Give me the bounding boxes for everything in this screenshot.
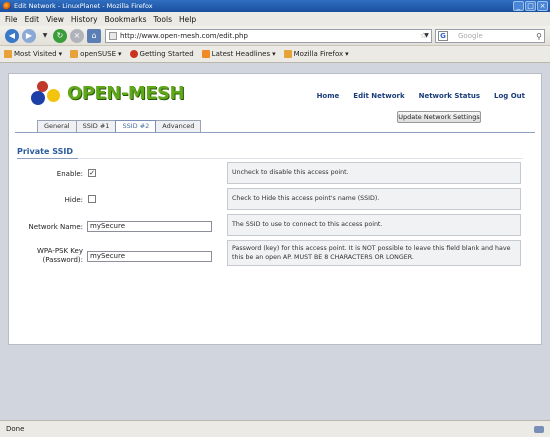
menu-history[interactable]: History: [71, 15, 98, 24]
back-arrow-icon[interactable]: ◀: [5, 29, 19, 43]
forward-arrow-icon[interactable]: ▶: [22, 29, 36, 43]
status-bar: Done: [0, 420, 550, 437]
menu-view[interactable]: View: [46, 15, 64, 24]
bookmark-latest-headlines[interactable]: Latest Headlines ▾: [201, 50, 276, 58]
network-name-help: The SSID to use to connect to this acces…: [227, 214, 521, 236]
chevron-down-icon: ▾: [118, 50, 122, 58]
logo-text: OPEN-MESH: [67, 83, 185, 104]
network-name-field[interactable]: mySecure: [87, 221, 212, 232]
menu-tools[interactable]: Tools: [154, 15, 172, 24]
tab-advanced[interactable]: Advanced: [155, 120, 202, 132]
chevron-down-icon: ▾: [345, 50, 349, 58]
bookmark-getting-started[interactable]: Getting Started: [129, 50, 194, 58]
bookmarks-toolbar: Most Visited ▾ openSUSE ▾ Getting Started …: [0, 46, 550, 63]
stop-icon[interactable]: ×: [70, 29, 84, 43]
update-network-settings-button[interactable]: Update Network Settings: [397, 111, 481, 123]
firefox-icon: [129, 50, 138, 58]
hide-help: Check to Hide this access point's name (…: [227, 188, 521, 210]
wpa-key-help: Password (key) for this access point. It…: [227, 240, 521, 266]
nav-home-link[interactable]: Home: [317, 92, 340, 100]
search-icon[interactable]: ⚲: [536, 31, 542, 43]
maximize-button[interactable]: □: [525, 1, 536, 11]
enable-checkbox[interactable]: ✓: [88, 169, 96, 177]
wpa-key-label-line1: WPA-PSK Key: [36, 247, 83, 255]
hide-label: Hide:: [64, 196, 83, 204]
reload-icon[interactable]: ↻: [53, 29, 67, 43]
bookmark-mozilla-firefox[interactable]: Mozilla Firefox ▾: [283, 50, 349, 58]
bookmark-most-visited[interactable]: Most Visited ▾: [4, 50, 62, 58]
url-text: http://www.open-mesh.com/edit.php: [120, 32, 248, 40]
status-indicator-icon: [534, 426, 544, 433]
navigation-toolbar: ◀ ▶ ▼ ↻ × ⌂ http://www.open-mesh.com/edi…: [0, 26, 550, 46]
tab-general[interactable]: General: [37, 120, 77, 132]
menu-edit[interactable]: Edit: [25, 15, 40, 24]
status-text: Done: [6, 425, 25, 433]
enable-help: Uncheck to disable this access point.: [227, 162, 521, 184]
top-navigation: Home Edit Network Network Status Log Out: [317, 92, 525, 100]
close-button[interactable]: ×: [537, 1, 548, 11]
rss-icon: [201, 50, 210, 58]
site-favicon-icon: [109, 32, 117, 40]
network-name-label: Network Name:: [28, 223, 83, 231]
folder-icon: [4, 50, 12, 58]
wpa-key-label-line2: (Password):: [42, 256, 83, 264]
history-dropdown-icon[interactable]: ▼: [38, 29, 52, 43]
minimize-button[interactable]: _: [513, 1, 524, 11]
section-title: Private SSID: [17, 147, 73, 156]
nav-log-out-link[interactable]: Log Out: [494, 92, 525, 100]
firefox-icon: [3, 2, 11, 10]
hide-checkbox[interactable]: [88, 195, 96, 203]
chevron-down-icon: ▾: [272, 50, 276, 58]
window-titlebar: Edit Network - LinuxPlanet - Mozilla Fir…: [0, 0, 550, 12]
enable-label: Enable:: [56, 170, 83, 178]
logo-yellow-dot: [47, 89, 60, 102]
search-input[interactable]: G Google ⚲: [435, 29, 545, 43]
menu-help[interactable]: Help: [179, 15, 196, 24]
url-bar[interactable]: http://www.open-mesh.com/edit.php ☆: [105, 29, 432, 43]
google-engine-icon[interactable]: G: [438, 31, 448, 41]
settings-tabs: General SSID #1 SSID #2 Advanced: [37, 120, 202, 132]
open-mesh-logo[interactable]: OPEN-MESH: [29, 79, 209, 109]
browser-content: OPEN-MESH Home Edit Network Network Stat…: [0, 63, 550, 420]
window-title: Edit Network - LinuxPlanet - Mozilla Fir…: [14, 2, 153, 10]
folder-icon: [283, 50, 292, 58]
section-underline: [17, 158, 78, 159]
folder-icon: [70, 50, 79, 58]
tab-ssid-1[interactable]: SSID #1: [75, 120, 117, 132]
menu-file[interactable]: File: [5, 15, 18, 24]
chevron-down-icon: ▾: [58, 50, 63, 58]
home-icon[interactable]: ⌂: [87, 29, 101, 43]
wpa-key-field[interactable]: mySecure: [87, 251, 212, 262]
url-dropdown-icon[interactable]: ▼: [421, 29, 432, 43]
window-controls: _ □ ×: [513, 1, 548, 11]
nav-network-status-link[interactable]: Network Status: [419, 92, 480, 100]
bookmark-opensuse[interactable]: openSUSE ▾: [70, 50, 122, 58]
page-container: OPEN-MESH Home Edit Network Network Stat…: [8, 73, 542, 345]
nav-edit-network-link[interactable]: Edit Network: [353, 92, 404, 100]
menu-bookmarks[interactable]: Bookmarks: [105, 15, 147, 24]
logo-blue-dot: [31, 91, 45, 105]
search-placeholder: Google: [458, 32, 483, 40]
section-divider: [78, 158, 523, 159]
tab-ssid-2[interactable]: SSID #2: [115, 120, 157, 132]
menu-bar: File Edit View History Bookmarks Tools H…: [0, 12, 550, 26]
